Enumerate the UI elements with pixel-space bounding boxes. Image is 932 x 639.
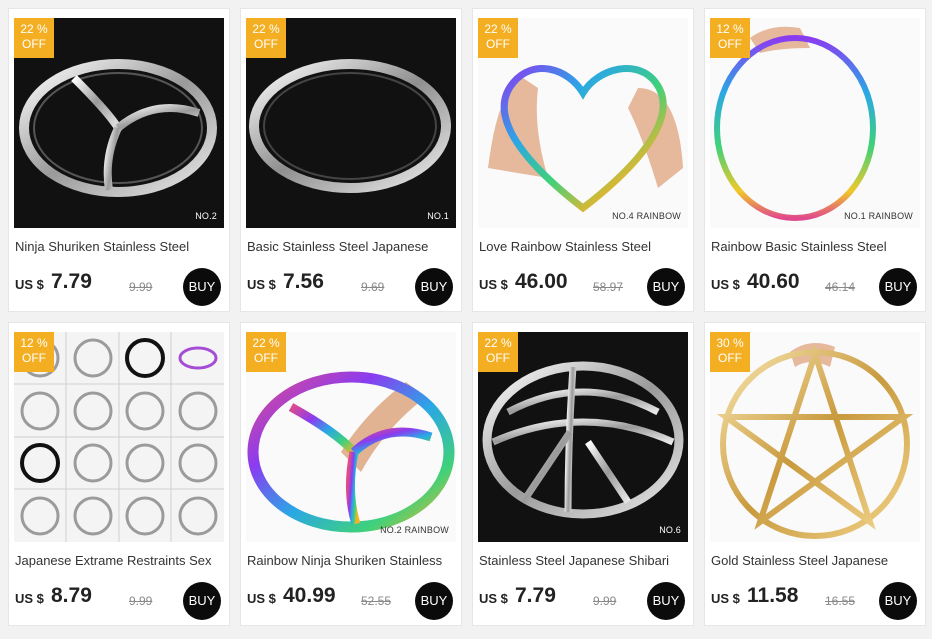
buy-button[interactable]: BUY [183,268,221,306]
model-tag: NO.6 [659,525,681,535]
discount-off-label: OFF [486,351,510,365]
buy-button[interactable]: BUY [415,582,453,620]
product-card[interactable]: 30 % OFF Gold Stainless Steel Japanese U… [704,322,926,626]
product-price: 46.00 [515,270,568,293]
discount-off-label: OFF [486,37,510,51]
product-price: 7.79 [515,584,556,607]
discount-off-label: OFF [718,37,742,51]
product-title[interactable]: Stainless Steel Japanese Shibari [479,553,691,568]
currency-label: US $ [711,591,740,606]
original-price: 16.55 [825,594,856,608]
product-grid: 22 % OFF NO.2 Ninja Shuriken Stainless S… [0,0,932,639]
product-card[interactable]: 22 % OFF NO.1 Basic Stainless Steel Japa… [240,8,462,312]
product-title[interactable]: Rainbow Ninja Shuriken Stainless [247,553,459,568]
discount-off-label: OFF [718,351,742,365]
product-image[interactable]: 22 % OFF NO.2 [14,18,224,228]
currency-label: US $ [711,277,740,292]
original-price: 9.69 [361,280,385,294]
product-title[interactable]: Gold Stainless Steel Japanese [711,553,923,568]
product-title[interactable]: Basic Stainless Steel Japanese [247,239,459,254]
discount-percent: 12 % [20,336,48,350]
product-price: 7.56 [283,270,324,293]
discount-percent: 22 % [484,336,512,350]
product-card[interactable]: 22 % OFF NO.2 RAINBOW Rainbow Ninja Shur… [240,322,462,626]
product-image[interactable]: 22 % OFF NO.2 RAINBOW [246,332,456,542]
discount-percent: 12 % [716,22,744,36]
product-card[interactable]: 12 % OFF Japanese Extrame Restraints Sex… [8,322,230,626]
product-card[interactable]: 12 % OFF NO.1 RAINBOW Rainbow Basic Stai… [704,8,926,312]
product-image[interactable]: 22 % OFF NO.1 [246,18,456,228]
discount-badge: 22 % OFF [478,18,518,58]
buy-button[interactable]: BUY [647,582,685,620]
model-tag: NO.4 RAINBOW [612,211,681,221]
buy-button[interactable]: BUY [647,268,685,306]
discount-percent: 22 % [484,22,512,36]
discount-off-label: OFF [22,351,46,365]
discount-badge: 22 % OFF [246,18,286,58]
discount-percent: 22 % [252,22,280,36]
discount-badge: 30 % OFF [710,332,750,372]
currency-label: US $ [479,591,508,606]
discount-badge: 12 % OFF [14,332,54,372]
product-title[interactable]: Rainbow Basic Stainless Steel [711,239,923,254]
model-tag: NO.1 [427,211,449,221]
product-price: 40.60 [747,270,800,293]
product-price: 40.99 [283,584,336,607]
model-tag: NO.2 RAINBOW [380,525,449,535]
currency-label: US $ [15,277,44,292]
discount-off-label: OFF [254,37,278,51]
product-card[interactable]: 22 % OFF NO.2 Ninja Shuriken Stainless S… [8,8,230,312]
model-tag: NO.2 [195,211,217,221]
discount-badge: 12 % OFF [710,18,750,58]
buy-button[interactable]: BUY [879,268,917,306]
product-image[interactable]: 30 % OFF [710,332,920,542]
original-price: 52.55 [361,594,392,608]
currency-label: US $ [247,591,276,606]
product-price: 8.79 [51,584,92,607]
buy-button[interactable]: BUY [415,268,453,306]
product-image[interactable]: 22 % OFF NO.6 [478,332,688,542]
product-card[interactable]: 22 % OFF NO.4 RAINBOW Love Rainbow Stain… [472,8,694,312]
product-title[interactable]: Japanese Extrame Restraints Sex [15,553,227,568]
model-tag: NO.1 RAINBOW [844,211,913,221]
discount-badge: 22 % OFF [246,332,286,372]
original-price: 9.99 [129,594,153,608]
product-image[interactable]: 12 % OFF NO.1 RAINBOW [710,18,920,228]
discount-off-label: OFF [22,37,46,51]
currency-label: US $ [247,277,276,292]
product-price: 11.58 [747,584,799,607]
buy-button[interactable]: BUY [183,582,221,620]
product-image[interactable]: 12 % OFF [14,332,224,542]
discount-off-label: OFF [254,351,278,365]
discount-badge: 22 % OFF [14,18,54,58]
original-price: 46.14 [825,280,856,294]
discount-badge: 22 % OFF [478,332,518,372]
buy-button[interactable]: BUY [879,582,917,620]
discount-percent: 22 % [20,22,48,36]
currency-label: US $ [15,591,44,606]
product-price: 7.79 [51,270,92,293]
original-price: 58.97 [593,280,624,294]
discount-percent: 22 % [252,336,280,350]
product-title[interactable]: Ninja Shuriken Stainless Steel [15,239,227,254]
discount-percent: 30 % [716,336,744,350]
currency-label: US $ [479,277,508,292]
product-image[interactable]: 22 % OFF NO.4 RAINBOW [478,18,688,228]
product-card[interactable]: 22 % OFF NO.6 Stainless Steel Japanese S… [472,322,694,626]
original-price: 9.99 [593,594,617,608]
original-price: 9.99 [129,280,153,294]
product-title[interactable]: Love Rainbow Stainless Steel [479,239,691,254]
